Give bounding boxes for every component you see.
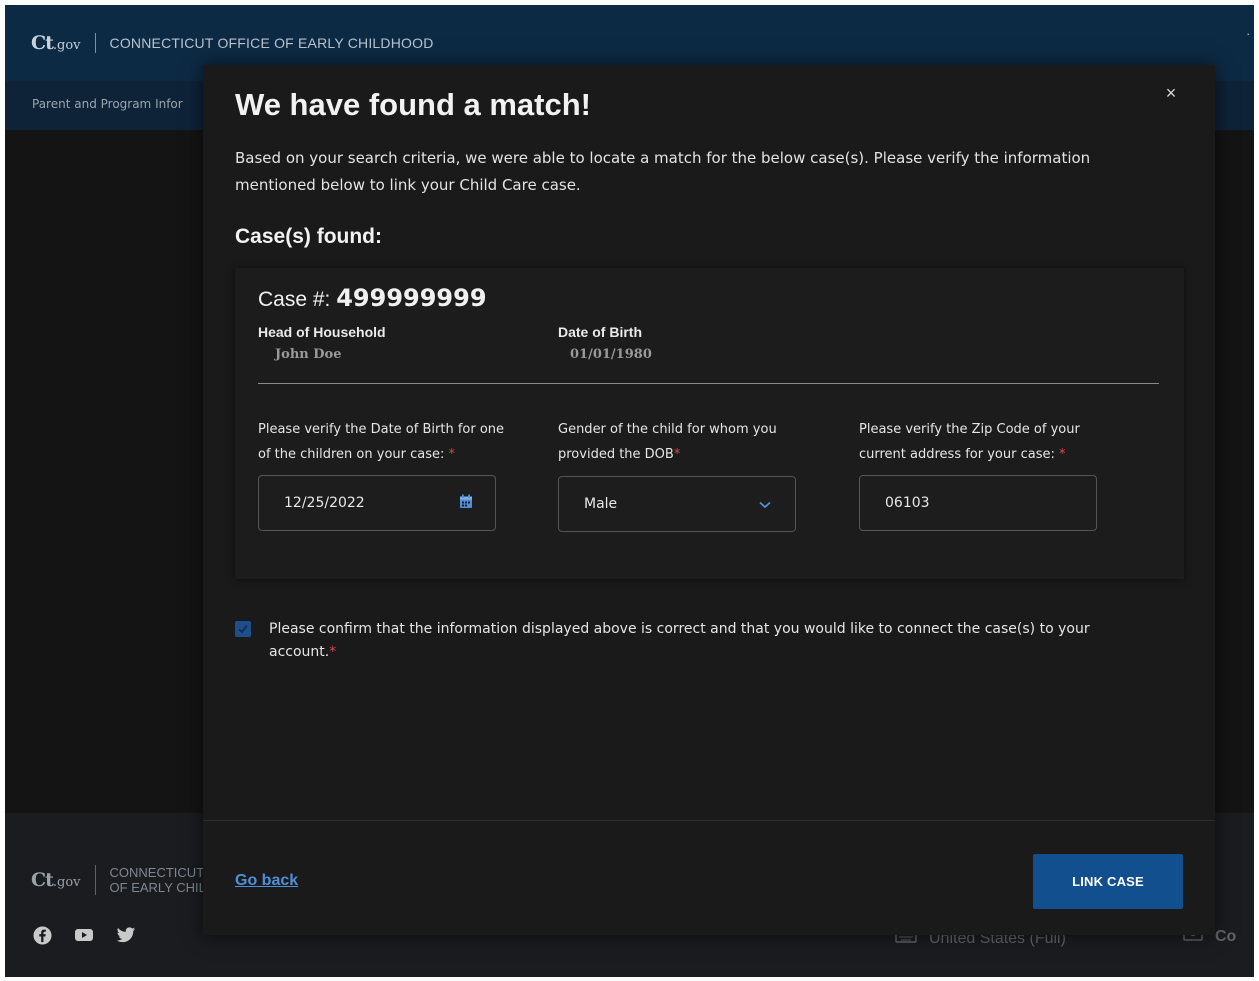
go-back-link[interactable]: Go back — [235, 872, 298, 890]
date-of-birth-value: 01/01/1980 — [570, 347, 652, 362]
twitter-icon[interactable] — [116, 925, 136, 945]
chevron-down-icon — [759, 497, 773, 513]
cases-found-heading: Case(s) found: — [235, 225, 382, 248]
modal-description: Based on your search criteria, we were a… — [235, 149, 1091, 194]
header-right-fragment: . — [1246, 23, 1250, 38]
match-found-modal: × We have found a match! Based on your s… — [203, 65, 1215, 935]
subnav-link[interactable]: Parent and Program Infor — [32, 97, 183, 111]
calendar-icon[interactable] — [459, 494, 473, 510]
date-of-birth-label: Date of Birth — [558, 324, 642, 340]
zip-code-input[interactable]: 06103 — [859, 475, 1097, 531]
agency-name: CONNECTICUT OFFICE OF EARLY CHILDHOOD — [109, 35, 434, 51]
social-links — [32, 925, 136, 945]
facebook-icon[interactable] — [32, 925, 52, 945]
case-card: Case #: 499999999 Head of Household John… — [235, 268, 1184, 579]
ct-gov-logo[interactable]: Ct.gov — [31, 32, 81, 54]
card-divider — [258, 383, 1159, 384]
modal-title: We have found a match! — [235, 87, 591, 122]
confirm-checkbox[interactable] — [235, 621, 251, 637]
close-icon[interactable]: × — [1161, 83, 1181, 103]
footer-logo: Ct.gov CONNECTICUT OF EARLY CHIL — [31, 865, 206, 895]
child-dob-question: Please verify the Date of Birth for one … — [258, 422, 505, 462]
link-case-button[interactable]: LINK CASE — [1033, 854, 1183, 909]
footer-ct-gov-logo[interactable]: Ct.gov — [31, 869, 81, 891]
header-divider — [94, 33, 96, 53]
head-of-household-label: Head of Household — [258, 324, 386, 340]
footer-agency-name: CONNECTICUT OF EARLY CHIL — [109, 865, 206, 895]
footer-divider — [94, 865, 96, 895]
head-of-household-value: John Doe — [275, 347, 342, 362]
confirm-label: Please confirm that the information disp… — [269, 621, 1090, 660]
youtube-icon[interactable] — [74, 925, 94, 945]
child-gender-question: Gender of the child for whom you provide… — [558, 422, 777, 462]
app-frame: Ct.gov CONNECTICUT OFFICE OF EARLY CHILD… — [5, 5, 1254, 977]
child-dob-input[interactable]: 12/25/2022 — [258, 475, 496, 531]
modal-footer-divider — [203, 820, 1215, 821]
child-gender-select[interactable]: Male — [558, 476, 796, 532]
zip-code-question: Please verify the Zip Code of your curre… — [859, 422, 1080, 462]
case-number: Case #: 499999999 — [258, 284, 487, 312]
